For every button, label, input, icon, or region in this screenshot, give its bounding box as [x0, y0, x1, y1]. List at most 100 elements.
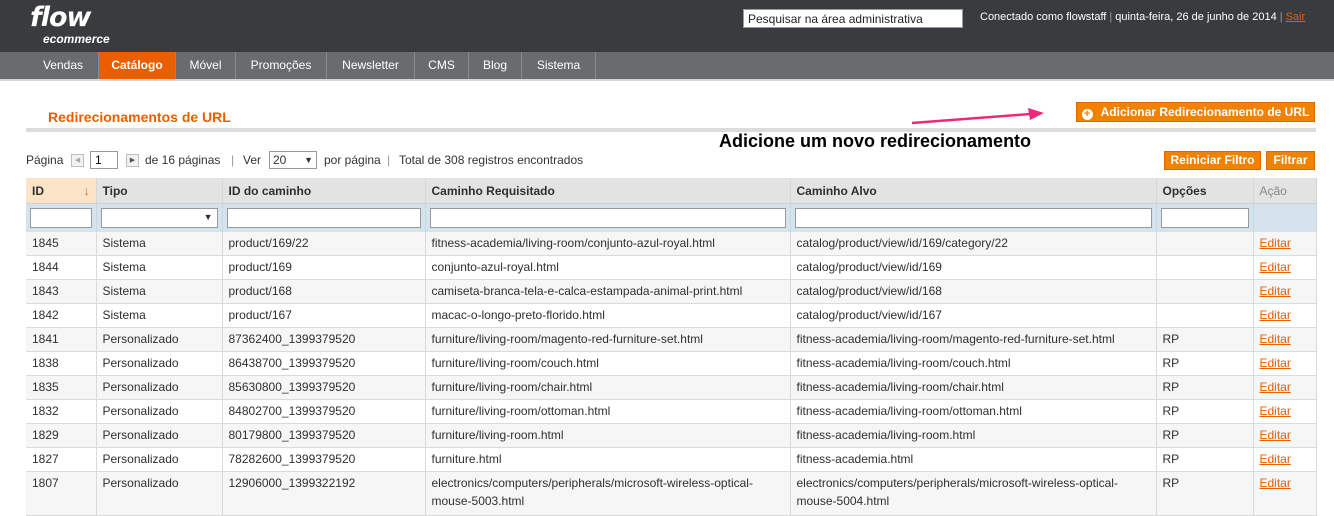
annotation-text: Adicione um novo redirecionamento	[719, 131, 1032, 151]
cell-path-id: 85630800_1399379520	[222, 375, 426, 400]
table-row[interactable]: 1807 Personalizado 12906000_1399322192 elec…	[26, 471, 1317, 516]
table-row[interactable]: 1835 Personalizado 85630800_1399379520 furn…	[26, 375, 1317, 400]
cell-target-path: fitness-academia.html	[790, 447, 1157, 472]
edit-link[interactable]: Editar	[1260, 476, 1291, 490]
table-row[interactable]: 1832 Personalizado 84802700_1399379520 furn…	[26, 399, 1317, 424]
admin-search-input[interactable]	[743, 9, 963, 28]
cell-target-path: catalog/product/view/id/169	[790, 255, 1157, 280]
search-button[interactable]: Filtrar	[1266, 151, 1315, 170]
table-row[interactable]: 1843 Sistema product/168 camiseta-branca-te…	[26, 279, 1317, 304]
table-row[interactable]: 1841 Personalizado 87362400_1399379520 furn…	[26, 327, 1317, 352]
cell-id: 1843	[26, 279, 97, 304]
cell-type: Personalizado	[96, 327, 223, 352]
cell-target-path: catalog/product/view/id/168	[790, 279, 1157, 304]
filter-target-path-input[interactable]	[794, 207, 1152, 228]
edit-link[interactable]: Editar	[1260, 284, 1291, 298]
filter-path-id-input[interactable]	[226, 207, 421, 228]
chevron-down-icon: ▼	[203, 211, 213, 222]
nav-item-newsletter[interactable]: Newsletter	[327, 52, 415, 79]
cell-options: RP	[1156, 399, 1254, 424]
logout-link[interactable]: Sair	[1286, 11, 1306, 23]
cell-type: Sistema	[96, 255, 223, 280]
add-url-rewrite-button[interactable]: + Adicionar Redirecionamento de URL	[1076, 102, 1315, 122]
per-page-select[interactable]: 20 ▼	[269, 151, 317, 169]
nav-item-sistema[interactable]: Sistema	[522, 52, 596, 79]
column-header-type[interactable]: Tipo	[96, 178, 223, 204]
cell-id: 1845	[26, 231, 97, 256]
nav-item-vendas[interactable]: Vendas	[28, 52, 99, 79]
cell-action: Editar	[1253, 303, 1317, 328]
cell-options	[1156, 255, 1254, 280]
nav-item-promocoes[interactable]: Promoções	[236, 52, 327, 79]
cell-type: Sistema	[96, 279, 223, 304]
cell-action: Editar	[1253, 375, 1317, 400]
edit-link[interactable]: Editar	[1260, 452, 1291, 466]
column-header-id[interactable]: ID ↓	[26, 178, 97, 204]
edit-link[interactable]: Editar	[1260, 236, 1291, 250]
edit-link[interactable]: Editar	[1260, 308, 1291, 322]
table-row[interactable]: 1842 Sistema product/167 macac-o-longo-pret…	[26, 303, 1317, 328]
cell-options: RP	[1156, 351, 1254, 376]
page-label: Página	[26, 153, 64, 167]
cell-id: 1829	[26, 423, 97, 448]
page-title: Redirecionamentos de URL	[48, 109, 231, 125]
nav-item-catalogo[interactable]: Catálogo	[99, 52, 176, 79]
title-divider	[26, 128, 1316, 132]
cell-request-path: camiseta-branca-tela-e-calca-estampada-a…	[425, 279, 791, 304]
logo[interactable]: flow ecommerce	[30, 2, 110, 47]
nav-item-blog[interactable]: Blog	[469, 52, 522, 79]
page-number-input[interactable]	[90, 151, 118, 169]
next-page-icon[interactable]: ▶	[126, 154, 139, 167]
table-row[interactable]: 1845 Sistema product/169/22 fitness-academi…	[26, 231, 1317, 256]
cell-id: 1835	[26, 375, 97, 400]
cell-path-id: 86438700_1399379520	[222, 351, 426, 376]
cell-options: RP	[1156, 447, 1254, 472]
column-header-request-path[interactable]: Caminho Requisitado	[425, 178, 791, 204]
cell-id: 1842	[26, 303, 97, 328]
cell-path-id: 12906000_1399322192	[222, 471, 426, 516]
cell-id: 1827	[26, 447, 97, 472]
prev-page-icon[interactable]: ◀	[71, 154, 84, 167]
column-header-path-id[interactable]: ID do caminho	[222, 178, 426, 204]
table-row[interactable]: 1829 Personalizado 80179800_1399379520 furn…	[26, 423, 1317, 448]
nav-item-cms[interactable]: CMS	[415, 52, 469, 79]
edit-link[interactable]: Editar	[1260, 356, 1291, 370]
cell-path-id: 87362400_1399379520	[222, 327, 426, 352]
cell-request-path: furniture/living-room/chair.html	[425, 375, 791, 400]
cell-path-id: product/169/22	[222, 231, 426, 256]
cell-id: 1844	[26, 255, 97, 280]
annotation-arrow-icon	[911, 108, 1044, 125]
table-row[interactable]: 1844 Sistema product/169 conjunto-azul-roya…	[26, 255, 1317, 280]
column-header-target-path[interactable]: Caminho Alvo	[790, 178, 1157, 204]
edit-link[interactable]: Editar	[1260, 404, 1291, 418]
filter-options-input[interactable]	[1160, 207, 1249, 228]
pager-divider: |	[387, 153, 391, 167]
cell-id: 1841	[26, 327, 97, 352]
grid-header-row: ID ↓ Tipo ID do caminho Caminho Requisita…	[26, 178, 1317, 204]
current-date: quinta-feira, 26 de junho de 2014	[1115, 11, 1277, 23]
edit-link[interactable]: Editar	[1260, 380, 1291, 394]
column-header-options[interactable]: Opções	[1156, 178, 1254, 204]
logo-main: flow	[30, 2, 91, 33]
edit-link[interactable]: Editar	[1260, 332, 1291, 346]
cell-request-path: furniture/living-room/ottoman.html	[425, 399, 791, 424]
cell-options	[1156, 231, 1254, 256]
sort-down-arrow-icon: ↓	[83, 183, 90, 198]
nav-item-movel[interactable]: Móvel	[176, 52, 236, 79]
filter-id-input[interactable]	[30, 207, 92, 228]
cell-type: Personalizado	[96, 447, 223, 472]
cell-type: Personalizado	[96, 375, 223, 400]
cell-type: Personalizado	[96, 399, 223, 424]
reset-filter-button[interactable]: Reiniciar Filtro	[1164, 151, 1261, 170]
cell-options: RP	[1156, 327, 1254, 352]
cell-options: RP	[1156, 471, 1254, 516]
cell-target-path: catalog/product/view/id/169/category/22	[790, 231, 1157, 256]
cell-request-path: furniture.html	[425, 447, 791, 472]
filter-request-path-input[interactable]	[429, 207, 786, 228]
filter-type-select[interactable]: ▼	[100, 207, 218, 228]
table-row[interactable]: 1838 Personalizado 86438700_1399379520 furn…	[26, 351, 1317, 376]
edit-link[interactable]: Editar	[1260, 428, 1291, 442]
pager-divider: |	[231, 153, 235, 167]
table-row[interactable]: 1827 Personalizado 78282600_1399379520 furn…	[26, 447, 1317, 472]
edit-link[interactable]: Editar	[1260, 260, 1291, 274]
